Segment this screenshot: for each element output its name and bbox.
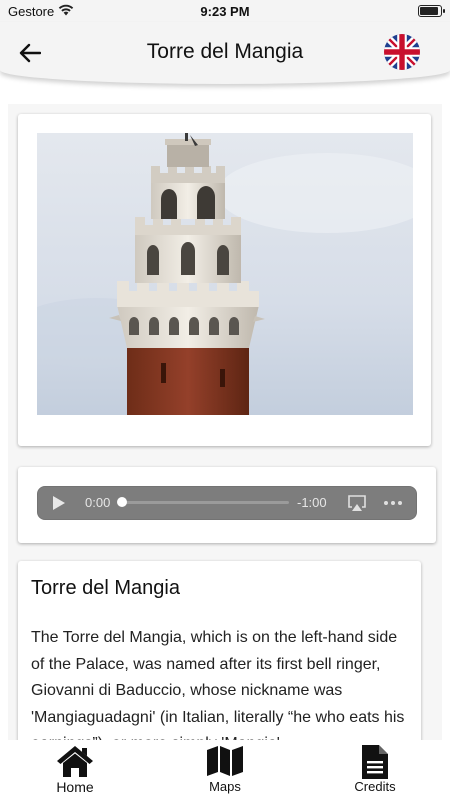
tower-photo (37, 133, 413, 415)
battery-icon (418, 5, 445, 17)
tab-bar: Home Maps Credits (0, 740, 450, 800)
tab-maps-label: Maps (209, 779, 241, 794)
tab-maps[interactable]: Maps (150, 740, 300, 800)
audio-seek-bar[interactable] (117, 497, 289, 507)
status-bar: Gestore 9:23 PM (0, 0, 450, 22)
play-icon (53, 496, 65, 510)
header: Torre del Mangia (0, 22, 450, 84)
tab-credits[interactable]: Credits (300, 740, 450, 800)
audio-card: 0:00 -1:00 (18, 467, 436, 543)
more-horizontal-icon (384, 501, 402, 505)
audio-remaining-time: -1:00 (297, 495, 327, 510)
audio-player[interactable]: 0:00 -1:00 (37, 486, 417, 520)
description-card: Torre del Mangia The Torre del Mangia, w… (18, 561, 421, 740)
description-body: The Torre del Mangia, which is on the le… (31, 629, 405, 740)
map-icon (207, 746, 243, 776)
more-options-button[interactable] (383, 495, 403, 511)
document-icon (362, 745, 388, 779)
airplay-button[interactable] (347, 494, 367, 512)
status-time: 9:23 PM (200, 4, 250, 19)
home-icon (57, 746, 93, 777)
audio-current-time: 0:00 (85, 495, 111, 510)
uk-flag-icon (384, 34, 420, 70)
audio-seek-handle[interactable] (117, 497, 127, 507)
airplay-icon (348, 495, 366, 511)
content-scroll[interactable]: 0:00 -1:00 Torre del Mangia The Torre de… (8, 104, 442, 740)
description-title: Torre del Mangia (31, 577, 180, 599)
play-button[interactable] (51, 495, 67, 511)
tab-home-label: Home (56, 779, 94, 795)
image-card (18, 114, 431, 446)
page-title: Torre del Mangia (146, 40, 304, 63)
tab-home[interactable]: Home (0, 740, 150, 800)
tab-credits-label: Credits (354, 779, 396, 794)
language-button[interactable] (384, 34, 420, 70)
